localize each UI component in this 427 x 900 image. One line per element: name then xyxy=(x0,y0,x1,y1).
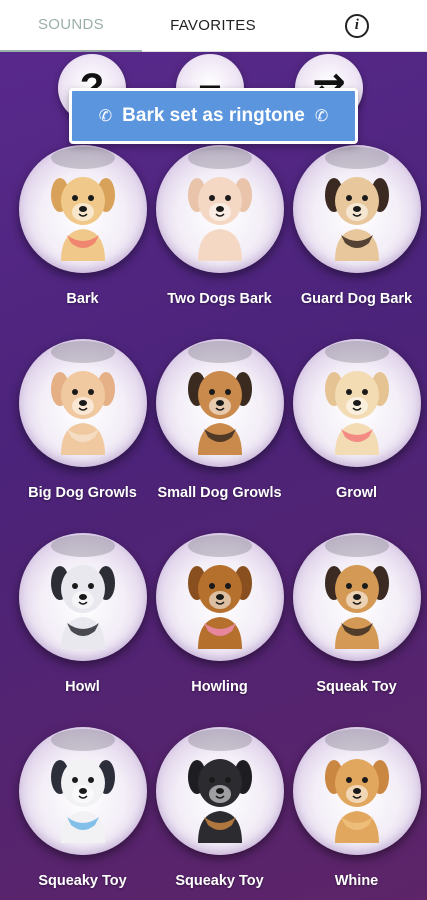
sound-label: Squeak Toy xyxy=(316,679,397,695)
sound-disc[interactable] xyxy=(292,145,421,273)
sound-label: Two Dogs Bark xyxy=(167,291,272,307)
sound-button[interactable]: Big Dog Growls xyxy=(14,339,151,533)
sound-disc[interactable] xyxy=(18,339,147,467)
sound-label: Growl xyxy=(335,485,378,501)
toast-text: Bark set as ringtone xyxy=(122,105,305,126)
dog-cocker-spaniel-icon xyxy=(324,759,389,843)
dog-labrador-icon xyxy=(324,371,389,455)
sound-label: Howling xyxy=(191,679,248,695)
sound-button[interactable]: Squeak Toy xyxy=(288,533,425,727)
sound-grid: Bark Two Dogs Bark Guard Dog Bark Big Dog G… xyxy=(14,145,425,900)
sound-button[interactable]: Small Dog Growls xyxy=(151,339,288,533)
tab-sounds[interactable]: SOUNDS xyxy=(0,0,142,52)
sound-button[interactable]: Howl xyxy=(14,533,151,727)
sound-disc[interactable] xyxy=(155,727,284,855)
dog-rottweiler-icon xyxy=(187,759,252,843)
sound-label: Howl xyxy=(65,679,100,695)
sound-button[interactable]: Whine xyxy=(288,727,425,900)
sound-label: Bark xyxy=(66,291,99,307)
dog-poodle-icon xyxy=(187,177,252,261)
sound-disc[interactable] xyxy=(292,727,421,855)
sound-button[interactable]: Growl xyxy=(288,339,425,533)
info-button[interactable]: i xyxy=(284,0,427,52)
dog-yorkie-icon xyxy=(187,565,252,649)
sound-label: Whine xyxy=(334,873,379,889)
phone-ring-icon: ✆ xyxy=(98,108,113,125)
sound-button[interactable]: Two Dogs Bark xyxy=(151,145,288,339)
tab-bar: SOUNDS FAVORITES i xyxy=(0,0,427,52)
phone-ring-icon: ✆ xyxy=(314,108,329,125)
sound-disc[interactable] xyxy=(155,533,284,661)
sound-disc[interactable] xyxy=(155,339,284,467)
dog-golden-with-bandana-icon xyxy=(50,177,115,261)
sound-label: Guard Dog Bark xyxy=(300,291,413,307)
sound-label: Big Dog Growls xyxy=(28,485,137,501)
dog-borzoi-icon xyxy=(50,565,115,649)
info-icon: i xyxy=(345,13,369,38)
sound-label: Small Dog Growls xyxy=(157,485,282,501)
sound-button[interactable]: Squeaky Toy xyxy=(151,727,288,900)
sound-button[interactable]: Bark xyxy=(14,145,151,339)
dog-chihuahua-icon xyxy=(50,371,115,455)
sound-disc[interactable] xyxy=(155,145,284,273)
dog-german-shepherd-icon xyxy=(187,371,252,455)
sound-disc[interactable] xyxy=(292,533,421,661)
dog-pug-icon xyxy=(324,177,389,261)
sound-disc[interactable] xyxy=(18,533,147,661)
dog-mastiff-icon xyxy=(324,565,389,649)
dog-husky-icon xyxy=(50,759,115,843)
sound-button[interactable]: Squeaky Toy xyxy=(14,727,151,900)
sound-disc[interactable] xyxy=(292,339,421,467)
tab-favorites[interactable]: FAVORITES xyxy=(142,0,284,52)
sound-label: Squeaky Toy xyxy=(175,873,264,889)
ringtone-toast: ✆ Bark set as ringtone ✆ xyxy=(69,88,358,144)
sound-label: Squeaky Toy xyxy=(38,873,127,889)
sound-disc[interactable] xyxy=(18,727,147,855)
sound-disc[interactable] xyxy=(18,145,147,273)
sound-button[interactable]: Guard Dog Bark xyxy=(288,145,425,339)
sound-button[interactable]: Howling xyxy=(151,533,288,727)
